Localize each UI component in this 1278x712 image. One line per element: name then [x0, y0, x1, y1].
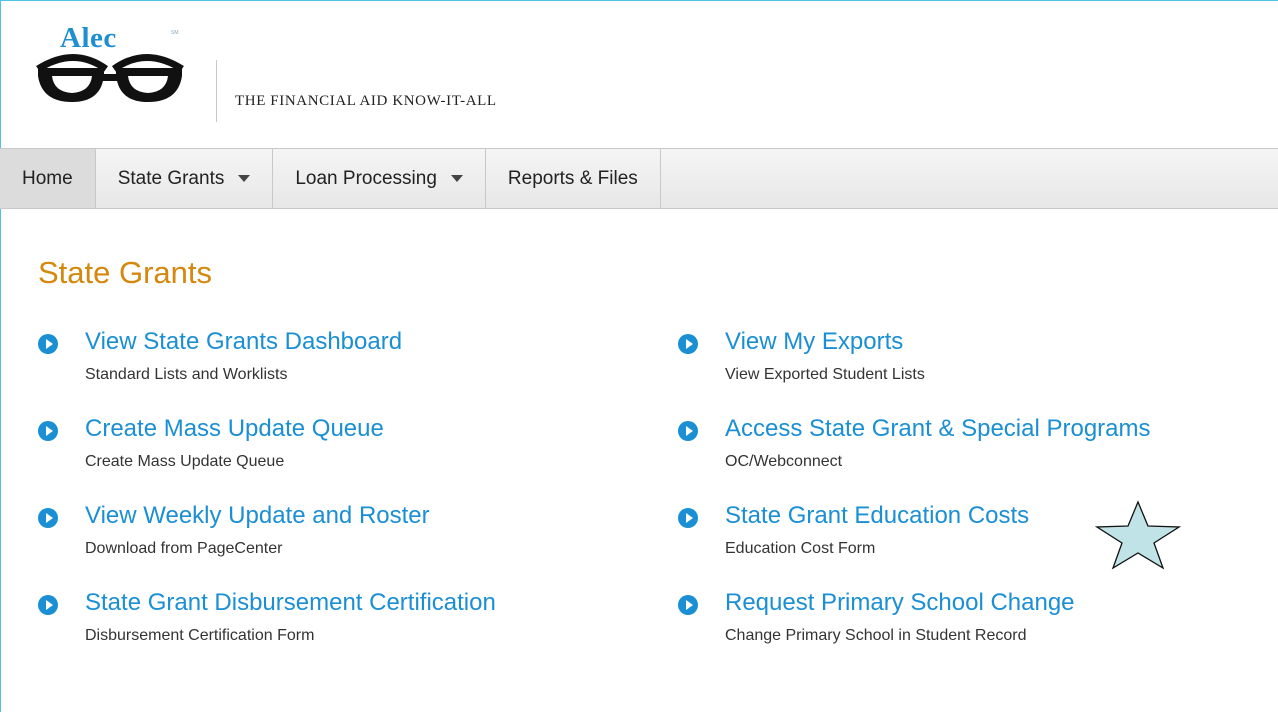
link-subtitle: Download from PageCenter — [85, 540, 283, 557]
disbursement-certification-link[interactable]: State Grant Disbursement Certification — [85, 589, 496, 617]
nav-home-label: Home — [22, 167, 73, 189]
arrow-circle-icon — [678, 508, 698, 528]
star-shape — [1095, 500, 1181, 570]
chevron-down-icon — [450, 175, 463, 182]
create-mass-update-link[interactable]: Create Mass Update Queue — [85, 415, 384, 443]
view-exports-link[interactable]: View My Exports — [725, 328, 903, 356]
nav-home[interactable]: Home — [0, 149, 96, 208]
arrow-circle-icon — [678, 421, 698, 441]
logo-wordmark: Alec — [60, 22, 117, 54]
service-mark: SM — [171, 30, 179, 36]
alec-logo[interactable]: Alec SM — [34, 22, 194, 108]
tagline: THE FINANCIAL AID KNOW-IT-ALL — [235, 93, 497, 109]
nav-reports-files-label: Reports & Files — [507, 167, 638, 189]
nav-loan-processing[interactable]: Loan Processing — [273, 149, 486, 208]
brand-header: Alec SM THE FINANCIAL AID KNOW-IT-ALL — [0, 0, 1278, 148]
main-nav: Home State Grants Loan Processing Report… — [0, 148, 1278, 209]
weekly-update-link[interactable]: View Weekly Update and Roster — [85, 502, 430, 530]
page-title: State Grants — [38, 255, 213, 290]
view-dashboard-link[interactable]: View State Grants Dashboard — [85, 328, 402, 356]
chevron-down-icon — [238, 175, 251, 182]
nav-state-grants[interactable]: State Grants — [96, 149, 274, 208]
star-icon — [1095, 500, 1181, 570]
link-subtitle: Standard Lists and Worklists — [85, 366, 288, 383]
special-programs-link[interactable]: Access State Grant & Special Programs — [725, 415, 1151, 443]
arrow-circle-icon — [678, 595, 698, 615]
nav-state-grants-label: State Grants — [117, 167, 225, 189]
link-subtitle: View Exported Student Lists — [725, 366, 925, 383]
link-subtitle: OC/Webconnect — [725, 453, 843, 470]
link-subtitle: Education Cost Form — [725, 540, 876, 557]
primary-school-change-link[interactable]: Request Primary School Change — [725, 589, 1075, 617]
arrow-circle-icon — [38, 595, 58, 615]
arrow-circle-icon — [38, 508, 58, 528]
arrow-circle-icon — [38, 421, 58, 441]
link-subtitle: Create Mass Update Queue — [85, 453, 285, 470]
arrow-circle-icon — [38, 334, 58, 354]
nav-loan-processing-label: Loan Processing — [295, 167, 437, 189]
arrow-circle-icon — [678, 334, 698, 354]
glasses-icon — [36, 54, 184, 102]
link-subtitle: Disbursement Certification Form — [85, 627, 315, 644]
brand-divider — [216, 60, 217, 122]
education-costs-link[interactable]: State Grant Education Costs — [725, 502, 1029, 530]
link-subtitle: Change Primary School in Student Record — [725, 627, 1027, 644]
nav-reports-files[interactable]: Reports & Files — [486, 149, 661, 208]
